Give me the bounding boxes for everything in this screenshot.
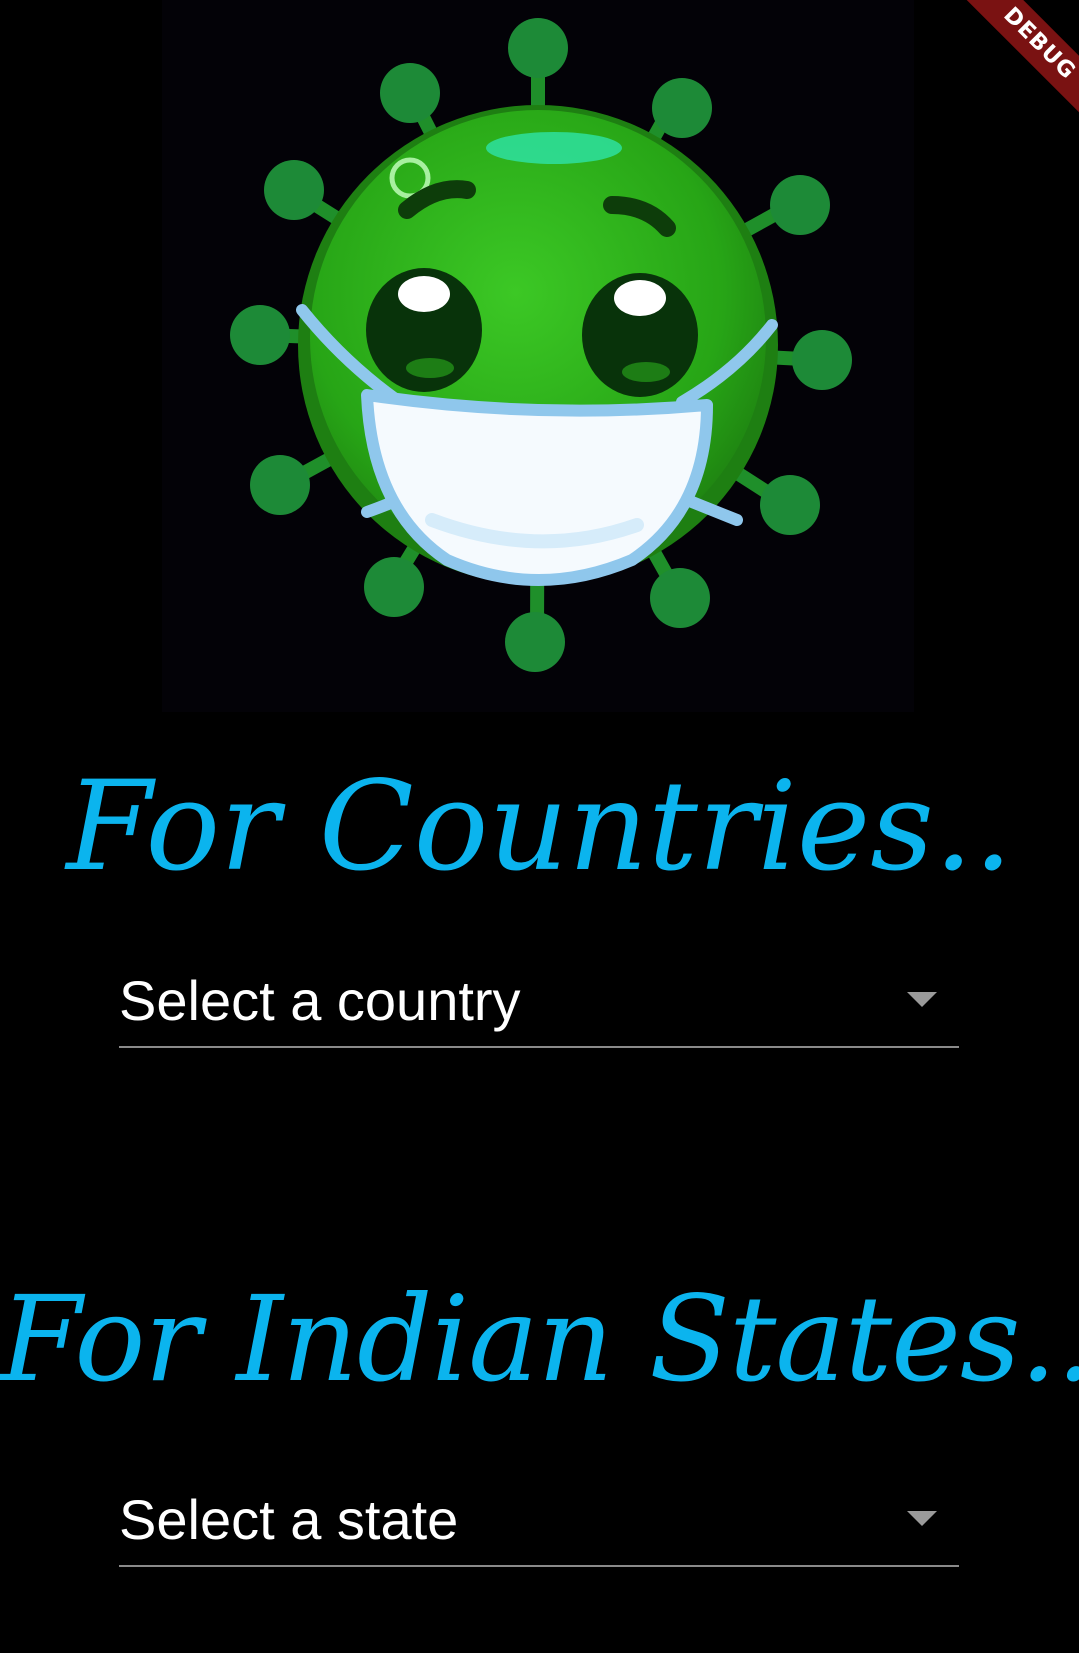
debug-banner: DEBUG (939, 0, 1079, 140)
states-heading: For Indian States.. (0, 1270, 1079, 1408)
chevron-down-icon (907, 1511, 937, 1526)
countries-heading: For Countries.. (66, 755, 1013, 899)
chevron-down-icon (907, 992, 937, 1007)
masked-virus-icon (230, 18, 852, 672)
state-dropdown-placeholder: Select a state (119, 1488, 459, 1551)
hero-image (162, 0, 914, 712)
state-dropdown[interactable]: Select a state (119, 1471, 959, 1567)
country-dropdown[interactable]: Select a country (119, 952, 959, 1048)
country-dropdown-placeholder: Select a country (119, 969, 521, 1032)
debug-banner-label: DEBUG (947, 0, 1079, 136)
